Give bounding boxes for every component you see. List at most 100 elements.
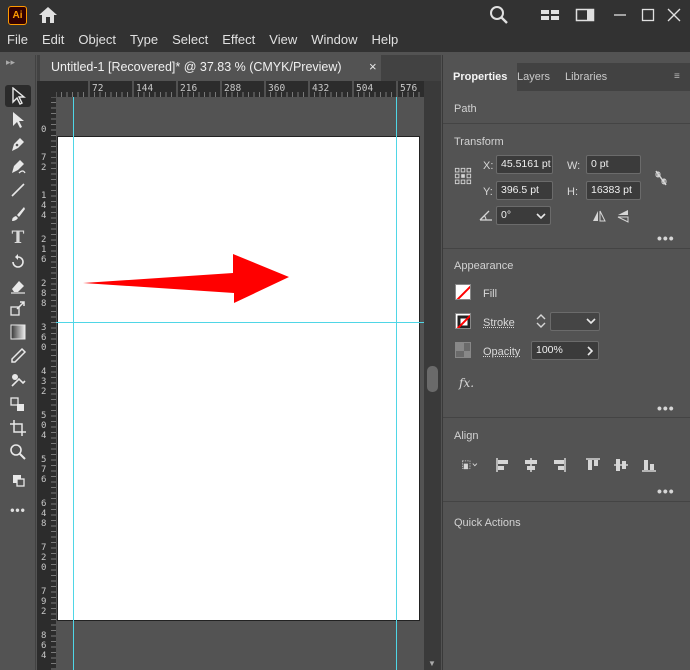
search-icon[interactable] <box>488 5 510 25</box>
arrange-documents-icon[interactable] <box>540 5 560 25</box>
canvas-area[interactable] <box>56 97 424 670</box>
ruler-v-label: 7 2 0 <box>41 543 46 573</box>
scroll-down-icon[interactable]: ▼ <box>428 659 436 668</box>
align-bottom-icon[interactable] <box>639 456 659 474</box>
horizontal-guide[interactable] <box>56 322 424 323</box>
symbol-sprayer-tool-icon[interactable] <box>5 393 31 415</box>
stroke-weight-stepper-icon[interactable] <box>531 312 551 330</box>
panel-tab-bar: Properties Layers Libraries ≡ <box>443 63 690 91</box>
stroke-swatch[interactable] <box>455 313 471 329</box>
scrollbar-thumb[interactable] <box>427 366 438 392</box>
h-label: H: <box>567 186 578 198</box>
document-tab[interactable]: Untitled-1 [Recovered]* @ 37.83 % (CMYK/… <box>40 55 381 81</box>
minimize-icon[interactable] <box>612 5 628 25</box>
ruler-h-label: 288 <box>224 83 241 94</box>
ruler-v-label: 2 1 6 <box>41 235 46 265</box>
menu-edit[interactable]: Edit <box>35 30 71 52</box>
close-tab-icon[interactable]: × <box>369 59 377 74</box>
stroke-weight-dropdown-icon[interactable] <box>581 312 601 330</box>
fill-stroke-swap-icon[interactable] <box>5 469 31 491</box>
menu-type[interactable]: Type <box>123 30 165 52</box>
fx-effects-icon[interactable]: fx. <box>459 376 474 390</box>
tools-panel: ▸▸ T ••• <box>0 55 36 670</box>
w-label: W: <box>567 160 580 172</box>
opacity-expand-icon[interactable] <box>580 342 600 360</box>
selection-type-label: Path <box>454 103 477 115</box>
menu-select[interactable]: Select <box>165 30 215 52</box>
menu-object[interactable]: Object <box>71 30 123 52</box>
reference-point-icon[interactable] <box>453 167 473 185</box>
ruler-h-label: 72 <box>92 83 103 94</box>
eyedropper-tool-icon[interactable] <box>5 345 31 367</box>
type-tool-icon[interactable]: T <box>5 227 31 249</box>
vertical-guide[interactable] <box>73 97 74 670</box>
line-segment-tool-icon[interactable] <box>5 179 31 201</box>
zoom-tool-icon[interactable] <box>5 441 31 463</box>
ruler-v-label: 1 4 4 <box>41 191 46 221</box>
tab-layers[interactable]: Layers <box>507 63 560 91</box>
menu-bar: File Edit Object Type Select Effect View… <box>0 30 690 52</box>
ruler-h-label: 576 <box>400 83 417 94</box>
menu-window[interactable]: Window <box>304 30 364 52</box>
close-window-icon[interactable] <box>666 5 682 25</box>
transform-more-options[interactable]: ••• <box>657 230 675 246</box>
horizontal-ruler[interactable]: 72 144 216 288 360 432 504 576 <box>56 81 428 97</box>
width-field[interactable]: 0 pt <box>586 155 641 174</box>
eraser-tool-icon[interactable] <box>5 275 31 297</box>
constrain-proportions-icon[interactable] <box>651 169 671 187</box>
workspace-switcher-icon[interactable] <box>575 5 595 25</box>
menu-view[interactable]: View <box>262 30 304 52</box>
appearance-title: Appearance <box>454 260 513 272</box>
paintbrush-tool-icon[interactable] <box>5 203 31 225</box>
curvature-tool-icon[interactable] <box>5 155 31 177</box>
ruler-v-label: 5 7 6 <box>41 455 46 485</box>
rotate-tool-icon[interactable] <box>5 251 31 273</box>
align-vertical-center-icon[interactable] <box>611 456 631 474</box>
maximize-icon[interactable] <box>640 5 656 25</box>
menu-file[interactable]: File <box>0 30 35 52</box>
stroke-label[interactable]: Stroke <box>483 317 515 329</box>
home-icon[interactable] <box>38 6 58 24</box>
align-horizontal-center-icon[interactable] <box>521 456 541 474</box>
angle-dropdown-icon[interactable] <box>531 207 551 225</box>
edit-toolbar-icon[interactable]: ••• <box>5 499 31 521</box>
ruler-h-label: 144 <box>136 83 153 94</box>
appearance-more-options[interactable]: ••• <box>657 400 675 416</box>
quick-actions-title: Quick Actions <box>454 517 521 529</box>
ruler-v-label: 5 0 4 <box>41 411 46 441</box>
align-top-icon[interactable] <box>583 456 603 474</box>
vertical-ruler[interactable]: 0 7 2 1 4 4 2 1 6 2 8 8 3 6 0 4 3 2 5 0 … <box>37 97 56 670</box>
flip-vertical-icon[interactable] <box>613 207 633 225</box>
fill-label: Fill <box>483 288 497 300</box>
tab-libraries[interactable]: Libraries <box>555 63 617 91</box>
align-right-icon[interactable] <box>549 456 569 474</box>
toolbar-collapse-icon[interactable]: ▸▸ <box>6 57 15 68</box>
direct-selection-tool-icon[interactable] <box>5 109 31 131</box>
ruler-h-label: 432 <box>312 83 329 94</box>
opacity-label[interactable]: Opacity <box>483 346 520 358</box>
rotate-angle-icon <box>476 206 496 224</box>
shape-builder-tool-icon[interactable] <box>5 369 31 391</box>
flip-horizontal-icon[interactable] <box>589 207 609 225</box>
gradient-tool-icon[interactable] <box>5 321 31 343</box>
vertical-scrollbar[interactable]: ▼ <box>424 81 441 670</box>
selection-tool-icon[interactable] <box>5 85 31 107</box>
arrow-artwork[interactable] <box>56 97 424 670</box>
scale-tool-icon[interactable] <box>5 297 31 319</box>
vertical-guide[interactable] <box>396 97 397 670</box>
fill-swatch[interactable] <box>455 284 471 300</box>
y-field[interactable]: 396.5 pt <box>496 181 553 200</box>
pen-tool-icon[interactable] <box>5 133 31 155</box>
align-more-options[interactable]: ••• <box>657 483 675 499</box>
artboard-tool-icon[interactable] <box>5 417 31 439</box>
x-field[interactable]: 45.5161 pt <box>496 155 553 174</box>
ruler-h-label: 360 <box>268 83 285 94</box>
panel-menu-icon[interactable]: ≡ <box>674 71 680 82</box>
menu-effect[interactable]: Effect <box>215 30 262 52</box>
menu-help[interactable]: Help <box>364 30 405 52</box>
ruler-v-label: 8 6 4 <box>41 631 46 661</box>
align-left-icon[interactable] <box>493 456 513 474</box>
ruler-origin[interactable] <box>37 81 56 97</box>
height-field[interactable]: 16383 pt <box>586 181 641 200</box>
align-to-selection-icon[interactable] <box>457 456 483 474</box>
